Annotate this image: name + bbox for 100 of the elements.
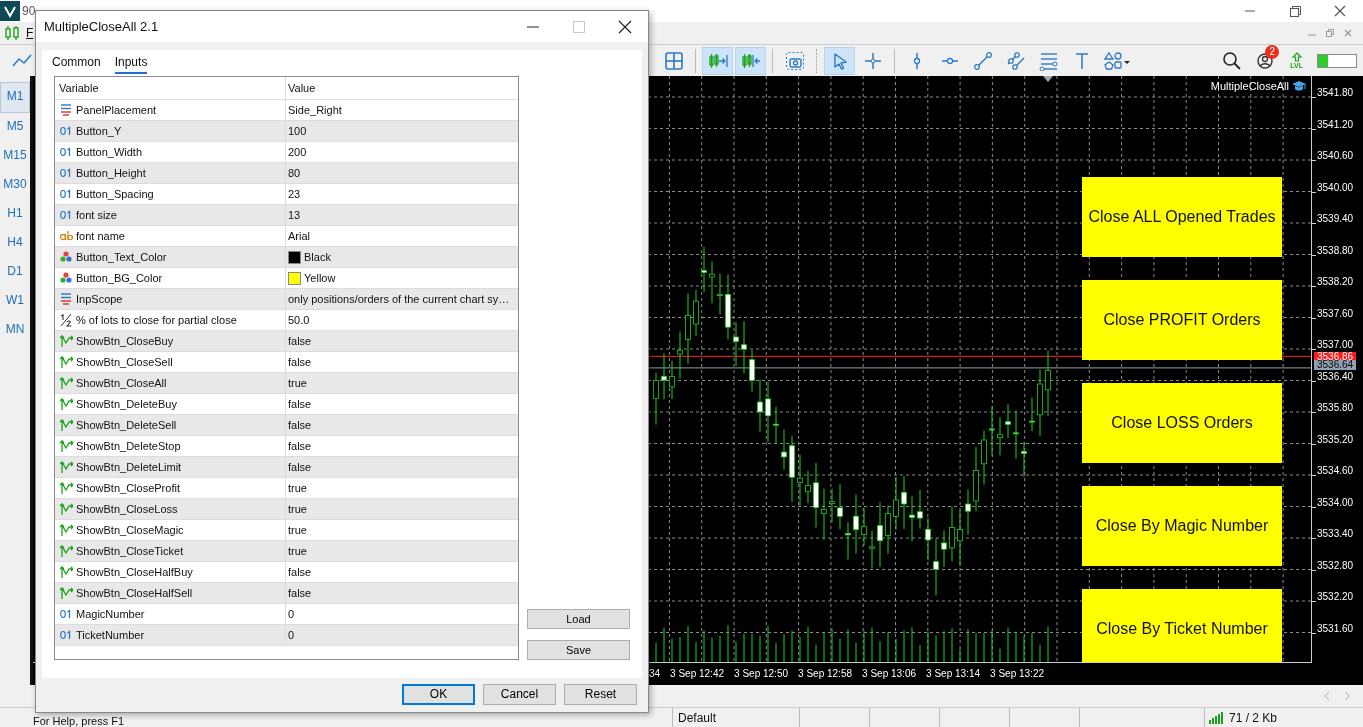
integer-icon: [59, 166, 73, 180]
chart-button[interactable]: Close PROFIT Orders: [1082, 280, 1282, 360]
scroll-right-button[interactable]: [702, 46, 733, 75]
dialog-button[interactable]: Load: [527, 609, 630, 629]
timeframe-button[interactable]: MN: [0, 316, 30, 345]
maximize-icon: [572, 19, 586, 34]
price-label: 3534.00: [1317, 497, 1354, 508]
cursor-button[interactable]: [824, 46, 855, 75]
timeframe-button[interactable]: M1: [0, 82, 30, 113]
scroll-right-icon[interactable]: [1343, 691, 1351, 701]
value-text: true: [288, 503, 307, 515]
price-label: 3536.40: [1317, 371, 1354, 382]
value-text: 200: [288, 146, 307, 158]
candle: [973, 446, 979, 512]
value-cell[interactable]: 0: [285, 625, 518, 645]
value-cell[interactable]: false: [285, 331, 518, 351]
window-title: 90: [22, 4, 36, 18]
timeframe-button[interactable]: M15: [0, 142, 30, 171]
value-text: Arial: [288, 230, 310, 242]
tab[interactable]: Inputs: [114, 52, 148, 74]
value-text: 50.0: [288, 314, 310, 326]
candle: [789, 435, 795, 503]
value-cell[interactable]: false: [285, 562, 518, 582]
value-cell[interactable]: false: [285, 415, 518, 435]
timeframe-button[interactable]: D1: [0, 258, 30, 287]
value-cell[interactable]: false: [285, 457, 518, 477]
dialog-button[interactable]: Save: [527, 640, 630, 660]
restore-icon[interactable]: [1288, 4, 1302, 18]
value-cell[interactable]: Arial: [285, 226, 518, 246]
status-text: For Help, press F1: [32, 715, 126, 727]
value-cell[interactable]: 0: [285, 604, 518, 624]
dialog-button[interactable]: OK: [402, 683, 475, 705]
value-cell[interactable]: false: [285, 583, 518, 603]
shift-left-button[interactable]: [735, 46, 766, 75]
candlestick-icon[interactable]: [4, 25, 20, 41]
value-cell[interactable]: true: [285, 541, 518, 561]
variable-name: Button_Width: [76, 146, 143, 158]
value-cell[interactable]: 100: [285, 121, 518, 141]
timeframe-button[interactable]: H1: [0, 200, 30, 229]
crosshair-icon: [862, 50, 883, 71]
value-cell[interactable]: false: [285, 436, 518, 456]
integer-icon: [59, 187, 73, 201]
variable-name: ShowBtn_CloseLoss: [76, 503, 178, 515]
time-label: 3 Sep 12:58: [798, 668, 852, 679]
integer-icon: [59, 607, 73, 621]
timeframe-button[interactable]: W1: [0, 287, 30, 316]
value-cell[interactable]: true: [285, 478, 518, 498]
chart-button[interactable]: Close LOSS Orders: [1082, 383, 1282, 463]
variable-name: ShowBtn_DeleteStop: [76, 440, 181, 452]
column-header[interactable]: Variable: [55, 77, 285, 99]
value-cell[interactable]: false: [285, 352, 518, 372]
value-cell[interactable]: false: [285, 394, 518, 414]
close-icon[interactable]: [1333, 4, 1347, 18]
chart-button[interactable]: Close By Ticket Number: [1082, 589, 1282, 662]
candle: [1013, 409, 1019, 460]
value-text: true: [288, 524, 307, 536]
value-cell[interactable]: 50.0: [285, 310, 518, 330]
variable-name: ShowBtn_CloseProfit: [76, 482, 180, 494]
timeframe-button[interactable]: H4: [0, 229, 30, 258]
tab[interactable]: Common: [52, 52, 101, 74]
trend-line-icon: [972, 50, 993, 71]
value-cell[interactable]: 13: [285, 205, 518, 225]
candle: [989, 405, 995, 457]
value-cell[interactable]: 80: [285, 163, 518, 183]
value-cell[interactable]: only positions/orders of the current chart sy…: [285, 289, 518, 309]
time-label: 3 Sep 13:06: [862, 668, 916, 679]
value-cell[interactable]: true: [285, 520, 518, 540]
camera-icon: [784, 50, 805, 71]
value-cell[interactable]: Yellow: [285, 268, 518, 288]
candle: [981, 429, 987, 485]
variable-name: ShowBtn_CloseMagic: [76, 524, 184, 536]
candle: [845, 521, 851, 561]
search-icon[interactable]: [1222, 50, 1243, 71]
scroll-left-icon[interactable]: [1323, 691, 1331, 701]
value-cell[interactable]: Side_Right: [285, 100, 518, 120]
value-cell[interactable]: Black: [285, 247, 518, 267]
candle: [1021, 441, 1027, 478]
variable-name: Button_Y: [76, 125, 122, 137]
chart-button[interactable]: Close By Magic Number: [1082, 486, 1282, 566]
chart-button[interactable]: Close ALL Opened Trades: [1082, 177, 1282, 257]
dialog-button[interactable]: Reset: [564, 683, 637, 705]
candle: [717, 273, 723, 315]
timeframe-button[interactable]: M5: [0, 113, 30, 142]
horizontal-lines-icon: [1038, 50, 1059, 71]
timeframe-button[interactable]: M30: [0, 171, 30, 200]
close-icon[interactable]: [618, 19, 632, 34]
dialog-button[interactable]: Cancel: [483, 683, 556, 705]
value-cell[interactable]: 23: [285, 184, 518, 204]
candle: [965, 489, 971, 536]
value-cell[interactable]: 200: [285, 142, 518, 162]
value-cell[interactable]: true: [285, 499, 518, 519]
candle: [781, 429, 787, 471]
graduation-cap-icon: [1292, 80, 1306, 92]
price-label: 3532.20: [1317, 592, 1354, 602]
menu-item[interactable]: F: [26, 26, 34, 40]
time-label: 34: [648, 668, 660, 679]
up-arrow-icon[interactable]: [1290, 51, 1303, 62]
column-header[interactable]: Value: [285, 77, 518, 99]
price-label: 3540.00: [1317, 182, 1354, 193]
value-cell[interactable]: true: [285, 373, 518, 393]
